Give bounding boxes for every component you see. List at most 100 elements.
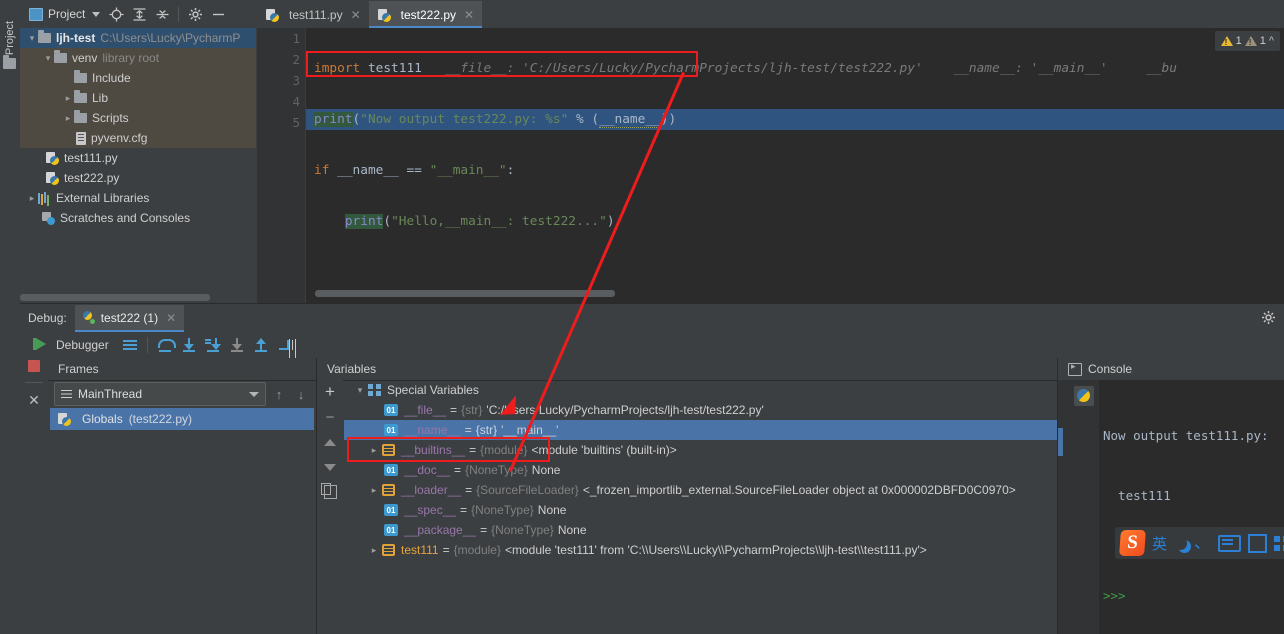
variable-value: <_frozen_importlib_external.SourceFileLo… bbox=[582, 483, 1016, 497]
variable-row-name[interactable]: 01 __name__ = {str} '__main__' bbox=[344, 420, 1057, 440]
move-down-icon[interactable] bbox=[321, 459, 339, 475]
add-watch-icon[interactable]: + bbox=[321, 382, 339, 401]
sogou-logo-icon[interactable]: S bbox=[1119, 530, 1146, 556]
line-number: 2 bbox=[292, 52, 300, 67]
console-text-area[interactable]: Now output test111.py: test111 >>> bbox=[1099, 380, 1284, 634]
editor-horizontal-scrollbar[interactable] bbox=[315, 290, 615, 297]
console-gutter bbox=[1058, 380, 1070, 634]
chevron-down-icon[interactable] bbox=[42, 53, 54, 64]
code-editor[interactable]: 1 2 3 4 5 import test111 __file__: 'C:/U… bbox=[257, 28, 1284, 303]
code-line-4[interactable]: print("Hello,__main__: test222...") bbox=[306, 211, 1284, 232]
console-line: test111 bbox=[1103, 488, 1171, 503]
tree-item-scripts[interactable]: Scripts bbox=[20, 108, 256, 128]
variable-row-spec[interactable]: 01 __spec__ = {NoneType} None bbox=[344, 500, 1057, 520]
chevron-right-icon[interactable] bbox=[366, 485, 382, 496]
stop-icon[interactable] bbox=[28, 360, 40, 372]
tree-item-test222-py[interactable]: test222.py bbox=[20, 168, 256, 188]
ime-toolbar[interactable]: S 英 、 bbox=[1115, 527, 1284, 559]
tree-item-venv[interactable]: venv library root bbox=[20, 48, 256, 68]
chevron-right-icon[interactable] bbox=[62, 113, 74, 124]
tree-item-include[interactable]: Include bbox=[20, 68, 256, 88]
run-to-cursor-icon[interactable] bbox=[274, 335, 296, 355]
editor-tab-test111-py[interactable]: test111.py ✕ bbox=[257, 1, 369, 28]
debugger-panes: Frames MainThread ↑ ↓ Globals (test222.p… bbox=[48, 358, 1284, 634]
settings-gear-icon[interactable] bbox=[1261, 310, 1276, 328]
move-up-icon[interactable]: ↑ bbox=[270, 387, 288, 402]
moon-icon[interactable] bbox=[1174, 537, 1187, 550]
close-icon[interactable]: ✕ bbox=[28, 393, 40, 407]
inspection-warnings-widget[interactable]: 1 1 ^ bbox=[1214, 31, 1280, 51]
collapse-all-icon[interactable] bbox=[152, 4, 172, 24]
console-pane-title[interactable]: Console bbox=[1058, 358, 1284, 381]
comma-icon[interactable]: 、 bbox=[1194, 534, 1211, 551]
screenshot-icon[interactable] bbox=[1248, 533, 1267, 553]
code-line-3[interactable]: if __name__ == "__main__": bbox=[306, 160, 1284, 181]
frames-pane: Frames MainThread ↑ ↓ Globals (test222.p… bbox=[48, 358, 317, 634]
variable-row-file[interactable]: 01 __file__ = {str} 'C:/Users/Lucky/Pych… bbox=[344, 400, 1057, 420]
tree-item-lib[interactable]: Lib bbox=[20, 88, 256, 108]
frame-list-item[interactable]: Globals (test222.py) bbox=[50, 408, 314, 430]
variable-row-test111[interactable]: test111 = {module} <module 'test111' fro… bbox=[344, 540, 1057, 560]
copy-value-icon[interactable] bbox=[320, 483, 339, 500]
variable-row-package[interactable]: 01 __package__ = {NoneType} None bbox=[344, 520, 1057, 540]
chevron-down-icon[interactable] bbox=[26, 33, 38, 44]
project-folder-icon[interactable] bbox=[3, 55, 16, 69]
resume-program-icon[interactable] bbox=[32, 338, 46, 350]
project-title-dropdown[interactable]: Project bbox=[26, 7, 103, 21]
console-pane: Console Now output test111.py: bbox=[1057, 358, 1284, 634]
chevron-right-icon[interactable] bbox=[366, 545, 382, 556]
close-icon[interactable]: ✕ bbox=[464, 8, 474, 22]
variable-row-loader[interactable]: __loader__ = {SourceFileLoader} <_frozen… bbox=[344, 480, 1057, 500]
editor-tab-test222-py[interactable]: test222.py ✕ bbox=[368, 1, 483, 28]
editor-tab-label: test222.py bbox=[400, 7, 457, 22]
chevron-up-icon[interactable]: ^ bbox=[1269, 35, 1274, 47]
project-panel: Project ljh bbox=[20, 0, 256, 303]
chevron-right-icon[interactable] bbox=[62, 93, 74, 104]
step-out-icon[interactable] bbox=[250, 335, 272, 355]
tree-item-ljh-test[interactable]: ljh-test C:\Users\Lucky\PycharmP bbox=[20, 28, 256, 48]
variable-row-special-variables[interactable]: Special Variables bbox=[344, 380, 1057, 400]
step-into-my-code-icon[interactable] bbox=[226, 335, 248, 355]
toolbox-icon[interactable] bbox=[1274, 535, 1284, 551]
debugger-tab-label[interactable]: Debugger bbox=[56, 338, 109, 352]
project-horizontal-scrollbar[interactable] bbox=[20, 294, 210, 301]
warning-count: 1 bbox=[1235, 35, 1242, 47]
debug-session-tab[interactable]: test222 (1) ✕ bbox=[74, 304, 185, 332]
code-line-1[interactable]: import test111 __file__: 'C:/Users/Lucky… bbox=[306, 58, 1284, 79]
chevron-right-icon[interactable] bbox=[366, 445, 382, 456]
variable-type: {SourceFileLoader} bbox=[476, 483, 579, 497]
tree-item-external-libraries[interactable]: External Libraries bbox=[20, 188, 256, 208]
variables-pane-title: Variables bbox=[317, 358, 1057, 381]
close-icon[interactable]: ✕ bbox=[351, 8, 361, 22]
code-line-2[interactable]: print("Now output test222.py: %s" % (__n… bbox=[306, 109, 1284, 130]
expand-all-icon[interactable] bbox=[129, 4, 149, 24]
tree-item-label: Scripts bbox=[92, 111, 129, 125]
keyboard-icon[interactable] bbox=[1218, 534, 1241, 552]
step-over-icon[interactable] bbox=[154, 335, 176, 355]
tree-item-test111-py[interactable]: test111.py bbox=[20, 148, 256, 168]
variable-row-doc[interactable]: 01 __doc__ = {NoneType} None bbox=[344, 460, 1057, 480]
force-step-into-icon[interactable] bbox=[202, 335, 224, 355]
move-up-icon[interactable] bbox=[321, 434, 339, 450]
debugger-toolbar: Debugger bbox=[48, 332, 1284, 358]
move-down-icon[interactable]: ↓ bbox=[292, 387, 310, 402]
chevron-right-icon[interactable] bbox=[26, 193, 38, 204]
console-output[interactable]: Now output test111.py: test111 >>> bbox=[1058, 380, 1284, 634]
locate-icon[interactable] bbox=[106, 4, 126, 24]
english-mode-icon[interactable]: 英 bbox=[1152, 533, 1167, 554]
code-content[interactable]: import test111 __file__: 'C:/Users/Lucky… bbox=[306, 28, 1284, 303]
frames-icon[interactable] bbox=[119, 335, 141, 355]
remove-watch-icon[interactable]: − bbox=[321, 409, 339, 426]
gear-icon[interactable] bbox=[185, 4, 205, 24]
minimize-icon[interactable] bbox=[208, 4, 228, 24]
chevron-down-icon[interactable] bbox=[352, 385, 368, 396]
code-line-5[interactable] bbox=[306, 262, 1284, 283]
module-icon bbox=[382, 544, 395, 556]
close-icon[interactable]: ✕ bbox=[166, 311, 176, 325]
variable-row-builtins[interactable]: __builtins__ = {module} <module 'builtin… bbox=[344, 440, 1057, 460]
step-into-icon[interactable] bbox=[178, 335, 200, 355]
tree-item-pyvenv-cfg[interactable]: pyvenv.cfg bbox=[20, 128, 256, 148]
python-console-icon bbox=[1074, 386, 1094, 406]
tree-item-scratches-and-consoles[interactable]: Scratches and Consoles bbox=[20, 208, 256, 228]
thread-dropdown[interactable]: MainThread bbox=[54, 382, 266, 406]
